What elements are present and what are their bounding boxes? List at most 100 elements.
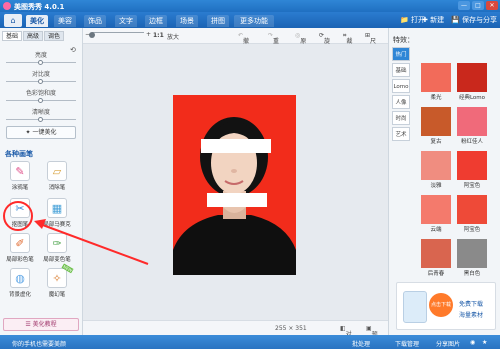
phone-icon — [403, 291, 427, 323]
effect-label: 经典Lomo — [458, 95, 486, 101]
ad-line-3: 海量素材 — [459, 312, 484, 319]
contrast-knob[interactable] — [38, 79, 43, 84]
image-canvas[interactable] — [83, 44, 388, 320]
effect-thumb[interactable]: 复古 — [421, 107, 451, 145]
contrast-label: 对比度 — [31, 71, 50, 78]
recolor-label: 局部变色笔 — [43, 257, 71, 263]
contrast-slider[interactable]: 对比度 — [6, 69, 76, 84]
effect-thumb[interactable]: 淡雅 — [421, 151, 451, 189]
mosaic-button[interactable]: ▦ 局部马赛克 — [43, 198, 71, 232]
zoom-slider-knob[interactable] — [89, 32, 95, 38]
left-panel: 基础 高级 调色 ⟲ 亮度 对比度 色彩饱和度 清晰度 ✦ 一键美化 各种画笔 … — [0, 28, 83, 335]
tab-advanced[interactable]: 高级 — [23, 31, 43, 41]
magic-pen-label: 魔幻笔 — [48, 292, 66, 298]
new-label: 新建 — [430, 16, 445, 24]
main-tab-bar: ⌂ 美化 美容 饰品 文字 边框 场景 拼图 更多功能 📁 打开 ✚ 新建 💾 … — [0, 12, 500, 28]
category-art[interactable]: 艺术 — [392, 127, 410, 141]
effect-thumb[interactable]: 阿宝色 — [457, 151, 487, 189]
tab-frame[interactable]: 边框 — [145, 15, 167, 27]
sharpness-knob[interactable] — [38, 117, 43, 122]
effect-thumb[interactable]: 阿宝色 — [457, 195, 487, 233]
category-lomo[interactable]: Lomo — [392, 79, 410, 93]
category-portrait[interactable]: 人像 — [392, 95, 410, 109]
pens-section-title: 各种画笔 — [5, 150, 33, 158]
magic-wand-icon: ✦ — [25, 129, 31, 136]
effect-thumb[interactable]: 经典Lomo — [457, 63, 487, 101]
cutout-pen-button[interactable]: ✂ 抠图笔 — [6, 198, 34, 232]
tab-scene[interactable]: 场景 — [176, 15, 198, 27]
ad-line-2: 免费下载 — [459, 301, 484, 308]
qzone-icon[interactable]: ★ — [482, 339, 487, 346]
tab-color[interactable]: 调色 — [44, 31, 64, 41]
tab-more[interactable]: 更多功能 — [234, 15, 274, 27]
effect-preview — [457, 239, 487, 268]
saturation-slider[interactable]: 色彩饱和度 — [6, 88, 76, 103]
background-blur-button[interactable]: ◍ 背景虚化 — [6, 268, 34, 302]
tab-accessories[interactable]: 饰品 — [84, 15, 106, 27]
doodle-pen-label: 涂鸦笔 — [11, 185, 29, 191]
download-manager-button[interactable]: 下载管理 — [395, 339, 419, 348]
preview-button[interactable]: ▣预览 — [366, 325, 378, 347]
weibo-icon[interactable]: ◉ — [470, 339, 475, 346]
redo-button[interactable]: ↷重做 — [268, 32, 279, 54]
effect-label: 柔光 — [430, 95, 442, 101]
enlarge-button[interactable]: 放大 — [167, 32, 179, 41]
book-icon: ☰ — [25, 321, 31, 328]
brightness-label: 亮度 — [34, 52, 47, 59]
maximize-icon[interactable]: □ — [472, 1, 484, 10]
effect-thumb[interactable]: 粉红佳人 — [457, 107, 487, 145]
doodle-pen-button[interactable]: ✎ 涂鸦笔 — [6, 161, 34, 195]
zoom-ratio-button[interactable]: 1:1 — [153, 32, 164, 39]
partial-color-pen-button[interactable]: ✐ 局部彩色笔 — [6, 233, 34, 267]
effect-thumb[interactable]: 后青春 — [421, 239, 451, 277]
effect-label: 黑白色 — [463, 271, 481, 277]
tutorial-button[interactable]: ☰ 美化教程 — [3, 318, 79, 331]
minimize-icon[interactable]: — — [458, 1, 470, 10]
category-basic[interactable]: 基础 — [392, 63, 410, 77]
one-key-beautify-button[interactable]: ✦ 一键美化 — [6, 126, 76, 139]
phone-promo-link[interactable]: 你的手机也需要美颜 — [12, 339, 66, 348]
recolor-pen-button[interactable]: ✑ 局部变色笔 — [43, 233, 71, 267]
effect-thumb[interactable]: 柔光 — [421, 63, 451, 101]
brightness-slider[interactable]: 亮度 — [6, 50, 76, 65]
effect-preview — [457, 195, 487, 224]
app-window: 美图秀秀 4.0.1 — □ ✕ ⌂ 美化 美容 饰品 文字 边框 场景 拼图 … — [0, 0, 500, 349]
new-button[interactable]: ✚ 新建 — [422, 15, 444, 26]
effect-label: 复古 — [430, 139, 442, 145]
compare-button[interactable]: ◧对比 — [340, 325, 352, 347]
portrait-photo[interactable] — [173, 95, 296, 275]
magic-pen-button[interactable]: ✧ 魔幻笔 NEW — [43, 263, 74, 302]
download-ad-banner[interactable]: 点击下载 免费下载 海量素材 — [396, 282, 496, 330]
effect-label: 阿宝色 — [463, 183, 481, 189]
reset-image-button[interactable]: ◎原图 — [295, 32, 306, 54]
tab-collage[interactable]: 拼图 — [207, 15, 229, 27]
brightness-knob[interactable] — [38, 60, 43, 65]
share-image-button[interactable]: 分享图片 — [436, 339, 460, 348]
size-button[interactable]: ⊞尺寸 — [365, 32, 376, 54]
tab-makeup[interactable]: 美容 — [54, 15, 76, 27]
effect-thumb[interactable]: 黑白色 — [457, 239, 487, 277]
tab-beautify[interactable]: 美化 — [26, 15, 48, 27]
crop-button[interactable]: ⌗裁剪 — [343, 32, 352, 54]
tab-basic[interactable]: 基础 — [2, 31, 22, 41]
category-fashion[interactable]: 时尚 — [392, 111, 410, 125]
save-label: 保存与分享 — [461, 16, 497, 24]
rotate-button[interactable]: ⟳旋转 — [319, 32, 330, 54]
batch-process-button[interactable]: 批处理 — [352, 339, 370, 348]
cutout-pen-label: 抠图笔 — [11, 222, 29, 228]
undo-button[interactable]: ↶撤销 — [238, 32, 249, 54]
sharpness-slider[interactable]: 清晰度 — [6, 107, 76, 122]
saturation-label: 色彩饱和度 — [25, 90, 56, 97]
saturation-knob[interactable] — [38, 98, 43, 103]
effect-preview — [421, 63, 451, 92]
eraser-pen-button[interactable]: ▱ 消除笔 — [43, 161, 71, 195]
zoom-slider-track[interactable] — [92, 32, 144, 33]
save-share-button[interactable]: 💾 保存与分享 — [451, 15, 497, 26]
home-icon[interactable]: ⌂ — [4, 14, 22, 27]
effects-panel: 特效： 热门 基础 Lomo 人像 时尚 艺术 柔光 经典Lomo 复古 粉红佳… — [388, 28, 500, 335]
tab-text[interactable]: 文字 — [115, 15, 137, 27]
zoom-in-icon[interactable]: + — [146, 31, 151, 38]
effect-thumb[interactable]: 云端 — [421, 195, 451, 233]
category-hot[interactable]: 热门 — [392, 47, 410, 61]
close-icon[interactable]: ✕ — [486, 1, 498, 10]
